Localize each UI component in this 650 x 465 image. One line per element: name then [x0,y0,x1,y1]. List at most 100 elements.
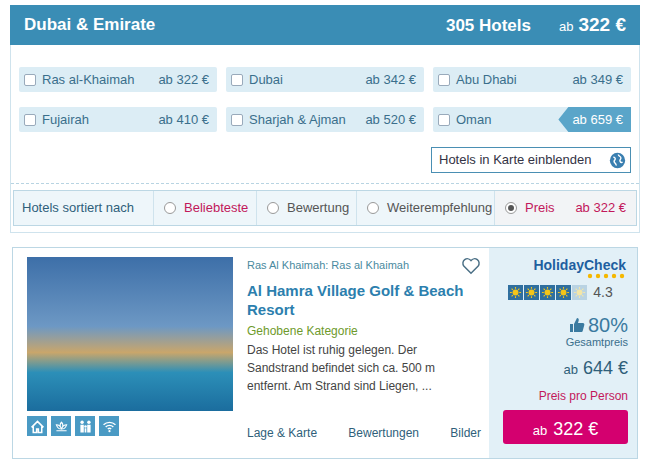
region-checkbox[interactable] [24,114,36,126]
sort-label: Hotels sortiert nach [22,198,134,218]
sun-icon [557,286,570,299]
rating-sun [556,285,571,300]
hotel-photo[interactable] [27,257,233,411]
wifi-icon [101,418,118,435]
hotel-link[interactable]: Bilder [450,424,481,442]
hotel-media [13,248,233,458]
amenity [75,416,95,436]
sort-option-label[interactable]: Preis [525,198,555,218]
region-price: ab 322 € [158,70,217,90]
region-checkbox[interactable] [438,114,450,126]
region-label[interactable]: Sharjah & Ajman [249,110,365,130]
map-row: Hotels in Karte einblenden [19,147,631,173]
price-box: HolidayCheck 4.3 80%Gesamtpreis ab 644 € Prei… [489,248,637,458]
book-button[interactable]: ab 322 € [503,410,628,444]
hotel-info-top: Ras Al Khaimah: Ras al Khaimah [247,257,481,275]
region-price: ab 349 € [572,70,631,90]
sort-option-label[interactable]: Bewertung [287,198,349,218]
amenity [51,416,71,436]
filter-panel: Ras al-Khaimahab 322 €Dubaiab 342 €Abu D… [10,45,640,233]
separator [11,183,639,184]
sun-icon [573,286,586,299]
total-price-value: 644 € [583,355,628,382]
hotel-card: Ras Al Khaimah: Ras al Khaimah Al Hamra V… [12,247,638,459]
per-person-label: Preis pro Person [539,387,628,405]
region-checkbox[interactable] [438,74,450,86]
sort-option[interactable]: Beliebteste [154,191,257,225]
recommendation-value: 80% [588,314,628,336]
sort-radio[interactable] [267,202,279,214]
button-price-prefix[interactable]: ab [533,421,547,441]
amenity [99,416,119,436]
region-label[interactable]: Fujairah [42,110,158,130]
recommendation-label: Gesamtpreis [566,336,628,349]
region-label[interactable]: Abu Dhabi [456,70,572,90]
total-price-prefix: ab [563,360,577,380]
logo-stars-icon [586,273,626,279]
hotel-count: 305 Hotels [446,13,531,39]
map-button[interactable]: Hotels in Karte einblenden [431,147,631,173]
thumbs-up-icon [569,317,585,333]
region-label[interactable]: Oman [456,110,558,130]
rating-sun [524,285,539,300]
heart-icon[interactable] [461,257,481,275]
holidaycheck-logo: HolidayCheck [489,257,628,279]
price-prefix: ab [559,17,573,37]
region-filter[interactable]: Fujairahab 410 € [19,107,217,132]
recommendation: 80% [569,314,628,336]
sort-radio[interactable] [505,202,517,214]
sort-option-label[interactable]: Beliebteste [184,198,248,218]
hotel-info: Ras Al Khaimah: Ras al Khaimah Al Hamra V… [233,248,489,458]
region-label[interactable]: Dubai [249,70,365,90]
button-price[interactable]: 322 € [553,416,598,443]
rating-sun [540,285,555,300]
rating-sun [572,285,587,300]
header-summary: 305 Hotels ab322 € [446,11,626,40]
sort-radio[interactable] [164,202,176,214]
region-filter[interactable]: Sharjah & Ajmanab 520 € [226,107,424,132]
region-price: ab 520 € [365,110,424,130]
hotel-links: Lage & Karte Bewertungen Bilder [247,424,481,458]
sun-icon [541,286,554,299]
radio-dot [508,205,514,211]
sun-icon [525,286,538,299]
hotel-name[interactable]: Al Hamra Village Golf & Beach Resort [247,281,481,319]
sort-option[interactable]: Bewertung [257,191,357,225]
region-filter[interactable]: Dubaiab 342 € [226,67,424,92]
page-title: Dubai & Emirate [24,12,155,38]
hotel-link[interactable]: Bewertungen [348,424,419,442]
rating-score: 4.3 [593,282,612,303]
region-checkbox[interactable] [231,114,243,126]
sort-radio[interactable] [367,202,379,214]
sort-bar: Hotels sortiert nach Beliebteste Bewertung… [13,190,637,226]
region-checkbox[interactable] [231,74,243,86]
region-filter-grid: Ras al-Khaimahab 322 € Dubaiab 342 € Abu D… [19,67,631,132]
hotel-category: Gehobene Kategorie [247,322,481,340]
family-icon [77,418,94,435]
region-checkbox[interactable] [24,74,36,86]
rating-row: 4.3 [489,282,628,303]
region-price: ab 659 € [558,107,631,132]
min-price: 322 € [578,11,626,40]
rating-sun [508,285,523,300]
rating-suns [508,285,587,300]
spa-icon [53,418,70,435]
sort-label-cell: Hotels sortiert nach [14,191,154,225]
amenity [27,416,47,436]
sort-option[interactable]: Weiterempfehlung [357,191,495,225]
sort-option[interactable]: Preis ab 322 € [495,191,636,225]
hotel-location: Ras Al Khaimah: Ras al Khaimah [247,257,409,274]
map-button-label[interactable]: Hotels in Karte einblenden [439,150,592,170]
region-filter[interactable]: Abu Dhabiab 349 € [433,67,631,92]
region-filter[interactable]: Omanab 659 € [433,107,631,132]
sort-option-label[interactable]: Weiterempfehlung [387,198,492,218]
sort-price: ab 322 € [575,198,626,218]
house-icon [29,418,46,435]
region-label[interactable]: Ras al-Khaimah [42,70,158,90]
sun-icon [509,286,522,299]
total-price: ab 644 € [563,355,628,382]
rating-brand: HolidayCheck [533,257,626,273]
region-filter[interactable]: Ras al-Khaimahab 322 € [19,67,217,92]
globe-icon [609,152,626,169]
hotel-link[interactable]: Lage & Karte [247,424,317,442]
